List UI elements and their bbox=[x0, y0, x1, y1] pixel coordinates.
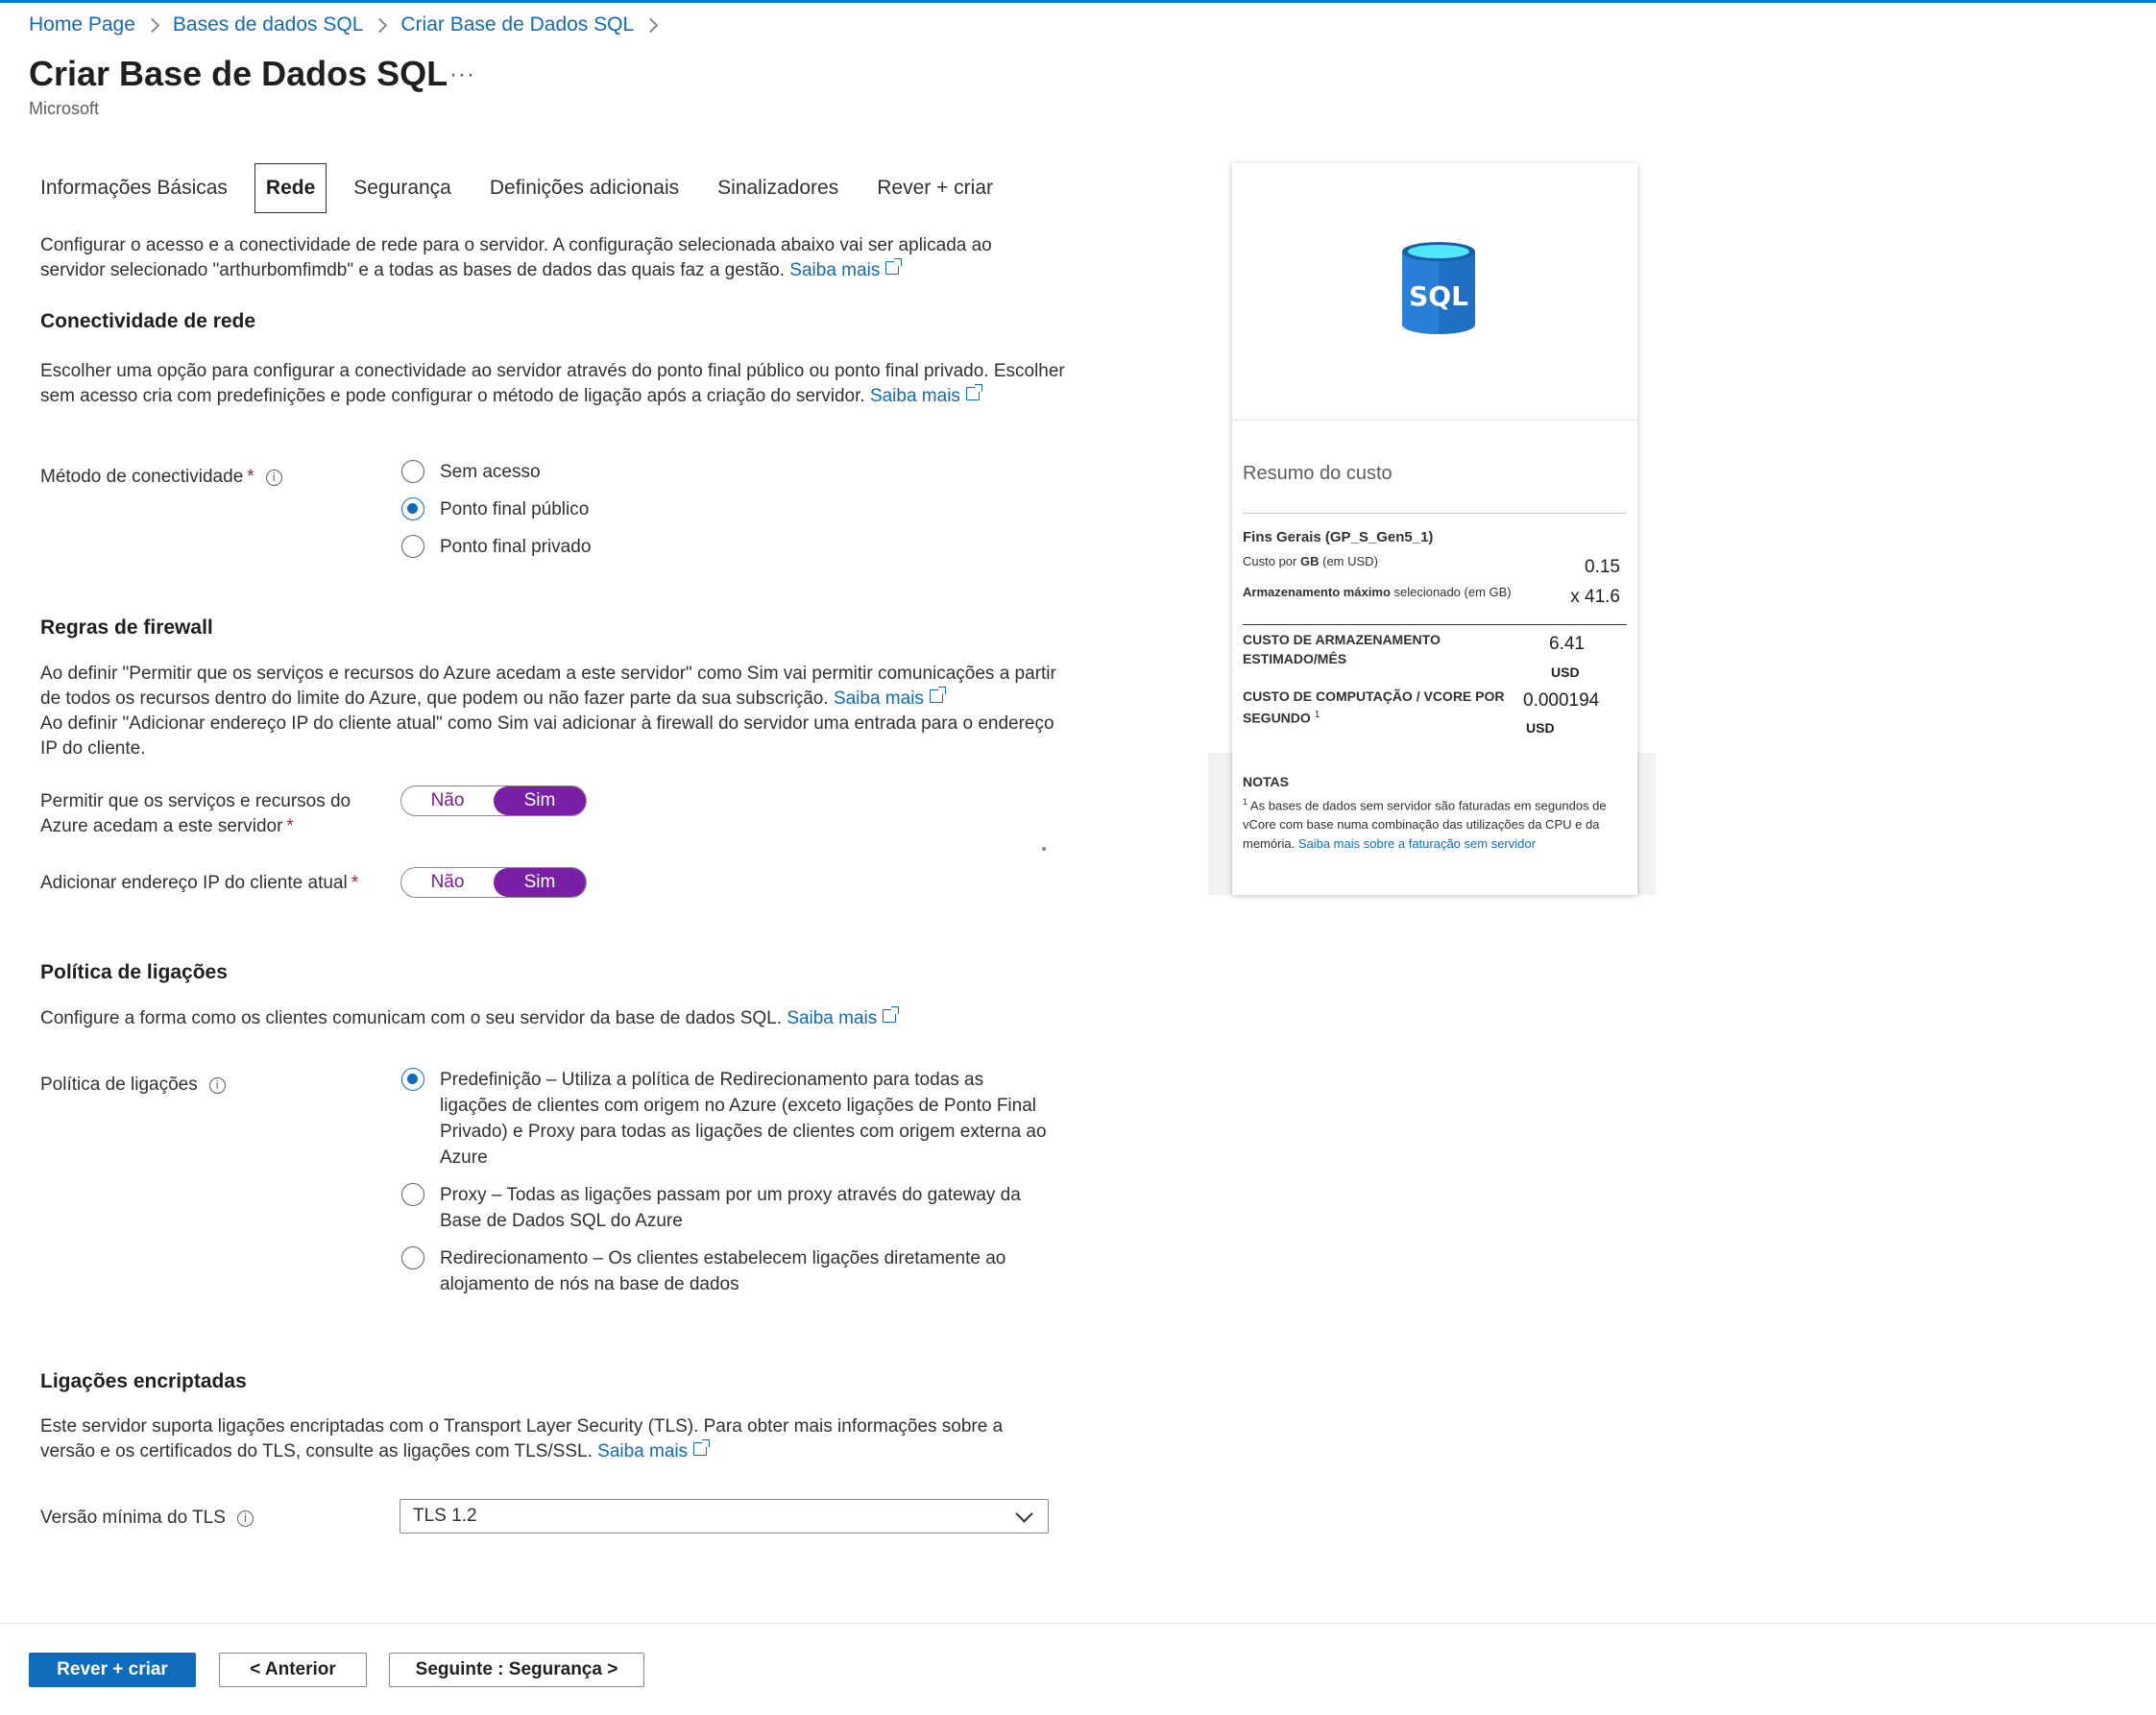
page-subtitle: Microsoft bbox=[29, 99, 100, 118]
external-link-icon bbox=[965, 384, 982, 400]
tab-basics[interactable]: Informações Básicas bbox=[29, 164, 239, 212]
radio-circle[interactable] bbox=[401, 1183, 424, 1206]
toggle-option-no[interactable]: Não bbox=[401, 868, 494, 897]
external-link-icon bbox=[929, 687, 946, 703]
radio-policy-proxy[interactable]: Proxy – Todas as ligações passam por um … bbox=[401, 1182, 1054, 1234]
footer-divider bbox=[0, 1623, 2156, 1624]
min-tls-select[interactable]: TLS 1.2 bbox=[400, 1499, 1049, 1534]
encrypted-connections-title: Ligações encriptadas bbox=[40, 1370, 247, 1392]
radio-circle[interactable] bbox=[401, 535, 424, 558]
radio-circle-selected[interactable] bbox=[401, 497, 424, 520]
external-link-icon bbox=[885, 258, 903, 275]
policy-text: Configure a forma como os clientes comun… bbox=[40, 1006, 1058, 1031]
divider bbox=[1243, 513, 1627, 514]
tab-networking[interactable]: Rede bbox=[254, 163, 327, 213]
radio-no-access[interactable]: Sem acesso bbox=[401, 459, 541, 485]
tls-text: Este servidor suporta ligações encriptad… bbox=[40, 1416, 1004, 1461]
firewall-text: Ao definir "Permitir que os serviços e r… bbox=[40, 664, 1056, 759]
storage-cost-value: 6.41 bbox=[1549, 634, 1585, 654]
policy-section-title: Política de ligações bbox=[40, 961, 228, 983]
connectivity-section-title: Conectividade de rede bbox=[40, 310, 256, 332]
min-tls-label: Versão mínima do TLS i bbox=[40, 1506, 254, 1531]
notes-text: 1 As bases de dados sem servidor são fat… bbox=[1243, 797, 1607, 852]
external-link-icon bbox=[693, 1439, 711, 1456]
tab-security[interactable]: Segurança bbox=[342, 164, 463, 212]
connectivity-text: Escolher uma opção para configurar a con… bbox=[40, 361, 1065, 406]
radio-circle[interactable] bbox=[401, 1246, 424, 1269]
previous-button[interactable]: < Anterior bbox=[219, 1653, 367, 1687]
storage-cost-unit: USD bbox=[1551, 664, 1580, 680]
breadcrumb-home[interactable]: Home Page bbox=[29, 13, 135, 36]
radio-circle-selected[interactable] bbox=[401, 1068, 424, 1091]
allow-azure-services-toggle[interactable]: Não Sim bbox=[400, 785, 587, 816]
top-accent-line bbox=[0, 0, 2156, 3]
review-create-button[interactable]: Rever + criar bbox=[29, 1653, 196, 1687]
info-icon[interactable]: i bbox=[236, 1510, 254, 1527]
required-marker: * bbox=[351, 873, 359, 893]
radio-private-endpoint[interactable]: Ponto final privado bbox=[401, 534, 591, 560]
cost-summary-panel: SQL Resumo do custo Fins Gerais (GP_S_Ge… bbox=[1232, 163, 1637, 895]
sql-icon-text: SQL bbox=[1409, 280, 1468, 312]
chevron-right-icon bbox=[642, 17, 659, 33]
intro-learn-more-link[interactable]: Saiba mais bbox=[789, 258, 903, 280]
compute-cost-label: CUSTO DE COMPUTAÇÃO / VCORE POR SEGUNDO … bbox=[1243, 688, 1505, 726]
sql-database-icon: SQL bbox=[1402, 242, 1475, 334]
next-security-button[interactable]: Seguinte : Segurança > bbox=[389, 1653, 644, 1687]
breadcrumb: Home Page Bases de dados SQL Criar Base … bbox=[29, 13, 671, 36]
add-client-ip-toggle[interactable]: Não Sim bbox=[400, 867, 587, 898]
page-title: Criar Base de Dados SQL bbox=[29, 54, 448, 93]
cost-per-gb-value: 0.15 bbox=[1585, 557, 1620, 577]
chevron-right-icon bbox=[144, 17, 160, 33]
required-marker: * bbox=[286, 816, 294, 836]
cost-summary-title: Resumo do custo bbox=[1243, 463, 1393, 484]
external-link-icon bbox=[883, 1006, 900, 1023]
radio-policy-default[interactable]: Predefinição – Utiliza a política de Red… bbox=[401, 1067, 1054, 1171]
decorative-dot bbox=[1042, 847, 1046, 851]
toggle-option-no[interactable]: Não bbox=[401, 786, 494, 815]
max-storage-label: Armazenamento máximo selecionado (em GB) bbox=[1243, 585, 1512, 599]
chevron-down-icon bbox=[1015, 1505, 1033, 1523]
firewall-learn-more-link[interactable]: Saiba mais bbox=[834, 687, 946, 709]
connectivity-method-label: Método de conectividade * i bbox=[40, 465, 282, 490]
toggle-option-yes[interactable]: Sim bbox=[494, 868, 586, 897]
tab-tags[interactable]: Sinalizadores bbox=[706, 164, 850, 212]
toggle-option-yes[interactable]: Sim bbox=[494, 786, 586, 815]
radio-circle[interactable] bbox=[401, 460, 424, 483]
tier-name: Fins Gerais (GP_S_Gen5_1) bbox=[1243, 529, 1434, 545]
divider bbox=[1243, 624, 1627, 625]
sql-image-area: SQL bbox=[1232, 163, 1637, 421]
max-storage-value: x 41.6 bbox=[1570, 587, 1620, 607]
chevron-right-icon bbox=[373, 17, 388, 33]
radio-policy-redirect[interactable]: Redirecionamento – Os clientes estabelec… bbox=[401, 1245, 1054, 1297]
intro-text: Configurar o acesso e a conectividade de… bbox=[40, 235, 992, 280]
cost-per-gb-label: Custo por GB (em USD) bbox=[1243, 554, 1378, 568]
tab-review-create[interactable]: Rever + criar bbox=[865, 164, 1005, 212]
radio-public-endpoint[interactable]: Ponto final público bbox=[401, 496, 589, 522]
compute-cost-value: 0.000194 bbox=[1523, 690, 1600, 711]
info-icon[interactable]: i bbox=[208, 1077, 226, 1094]
connection-policy-label: Política de ligações i bbox=[40, 1073, 226, 1098]
more-options-icon[interactable]: ··· bbox=[449, 61, 475, 88]
tls-learn-more-link[interactable]: Saiba mais bbox=[597, 1439, 711, 1461]
policy-learn-more-link[interactable]: Saiba mais bbox=[787, 1006, 900, 1028]
tab-additional-settings[interactable]: Definições adicionais bbox=[478, 164, 690, 212]
compute-cost-unit: USD bbox=[1526, 720, 1555, 736]
breadcrumb-sql-databases[interactable]: Bases de dados SQL bbox=[173, 13, 363, 36]
notes-title: NOTAS bbox=[1243, 774, 1289, 789]
storage-cost-label: CUSTO DE ARMAZENAMENTO ESTIMADO/MÊS bbox=[1243, 632, 1441, 666]
required-marker: * bbox=[247, 467, 254, 487]
firewall-section-title: Regras de firewall bbox=[40, 616, 213, 639]
breadcrumb-create-sql-db[interactable]: Criar Base de Dados SQL bbox=[400, 13, 634, 36]
add-client-ip-label: Adicionar endereço IP do cliente atual * bbox=[40, 873, 359, 893]
connectivity-learn-more-link[interactable]: Saiba mais bbox=[870, 384, 982, 406]
serverless-billing-link[interactable]: Saiba mais sobre a faturação sem servido… bbox=[1298, 836, 1536, 851]
tab-bar: Informações Básicas Rede Segurança Defin… bbox=[29, 163, 1020, 213]
allow-azure-services-label: Permitir que os serviços e recursos do A… bbox=[40, 791, 351, 836]
info-icon[interactable]: i bbox=[265, 470, 282, 486]
